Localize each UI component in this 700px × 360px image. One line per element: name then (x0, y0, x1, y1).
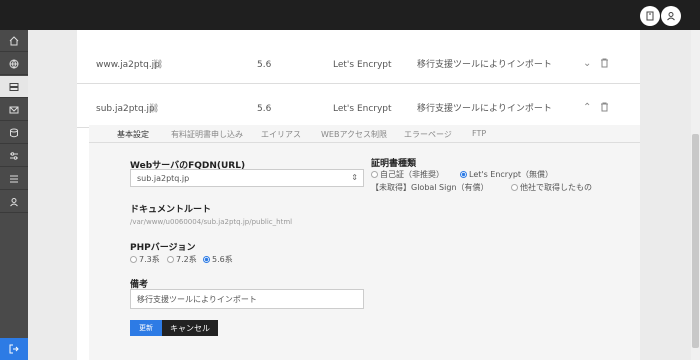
ssl-type: Let's Encrypt (333, 60, 392, 70)
php-option-72[interactable]: 7.2系 (167, 254, 197, 265)
domain-name: sub.ja2ptq.jp (96, 104, 155, 114)
trash-icon[interactable] (600, 58, 609, 71)
globe-icon[interactable] (0, 53, 28, 75)
domain-detail-panel: 基本設定 有料証明書申し込み エイリアス WEBアクセス制限 エラーページ FT… (89, 125, 640, 360)
top-bar (0, 0, 700, 30)
radio-icon (130, 256, 137, 263)
radio-icon (511, 184, 518, 191)
chevron-down-icon[interactable]: ⌄ (583, 58, 591, 69)
php-option-label: 7.3系 (139, 255, 160, 264)
cert-option-globalsign[interactable]: 【未取得】Global Sign（有償） (371, 182, 489, 193)
logout-icon[interactable] (0, 338, 28, 360)
tab-divider (89, 142, 640, 143)
docroot-label: ドキュメントルート (130, 205, 212, 215)
radio-selected-icon (460, 171, 467, 178)
php-option-label: 7.2系 (176, 255, 197, 264)
php-version: 5.6 (257, 60, 272, 70)
tab-web-access[interactable]: WEBアクセス制限 (321, 129, 387, 140)
main-panel: www.ja2ptq.jp ⛓ 5.6 Let's Encrypt 移行支援ツー… (77, 30, 640, 360)
fqdn-value: sub.ja2ptq.jp (137, 174, 190, 183)
scrollbar[interactable] (691, 30, 700, 360)
select-arrow-icon: ⇕ (351, 173, 358, 182)
php-version-label: PHPバージョン (130, 243, 196, 253)
cert-option-label: 【未取得】Global Sign（有償） (371, 183, 489, 192)
sidebar (0, 30, 28, 360)
user-icon[interactable] (661, 6, 681, 26)
server-icon[interactable] (0, 76, 28, 98)
radio-icon (371, 171, 378, 178)
database-icon[interactable] (0, 122, 28, 144)
remarks: 移行支援ツールによりインポート (417, 104, 552, 114)
tab-alias[interactable]: エイリアス (261, 129, 301, 140)
settings-icon[interactable] (0, 145, 28, 167)
tab-ftp[interactable]: FTP (472, 129, 486, 138)
radio-selected-icon (203, 256, 210, 263)
php-option-56[interactable]: 5.6系 (203, 254, 233, 265)
list-icon[interactable] (0, 168, 28, 190)
link-icon: ⛓ (152, 60, 164, 70)
tab-basic-settings[interactable]: 基本設定 (117, 129, 149, 140)
php-option-label: 5.6系 (212, 255, 233, 264)
php-option-73[interactable]: 7.3系 (130, 254, 160, 265)
cert-option-label: 自己証（非推奨） (380, 170, 444, 179)
update-button[interactable]: 更新 (130, 320, 162, 336)
scrollbar-thumb[interactable] (692, 134, 699, 348)
tab-paid-certificate[interactable]: 有料証明書申し込み (171, 129, 243, 140)
cancel-button[interactable]: キャンセル (162, 320, 218, 336)
cert-option-label: Let's Encrypt（無償） (469, 170, 554, 179)
table-row[interactable]: sub.ja2ptq.jp ⛓ 5.6 Let's Encrypt 移行支援ツー… (77, 84, 640, 128)
cert-option-other[interactable]: 他社で取得したもの (511, 182, 592, 193)
table-row[interactable]: www.ja2ptq.jp ⛓ 5.6 Let's Encrypt 移行支援ツー… (77, 40, 640, 84)
home-icon[interactable] (0, 30, 28, 52)
php-version: 5.6 (257, 104, 272, 114)
cert-option-self[interactable]: 自己証（非推奨） (371, 169, 444, 180)
trash-icon[interactable] (600, 102, 609, 115)
docroot-value: /var/www/u0060004/sub.ja2ptq.jp/public_h… (130, 218, 293, 226)
domain-name: www.ja2ptq.jp (96, 60, 160, 70)
cert-type-label: 証明書種類 (371, 159, 417, 169)
chevron-up-icon[interactable]: ⌃ (583, 102, 591, 113)
remarks-input[interactable] (130, 289, 364, 309)
link-icon: ⛓ (148, 104, 160, 114)
cert-option-label: 他社で取得したもの (520, 183, 592, 192)
remarks: 移行支援ツールによりインポート (417, 60, 552, 70)
radio-icon (167, 256, 174, 263)
tab-error-page[interactable]: エラーページ (404, 129, 452, 140)
ssl-type: Let's Encrypt (333, 104, 392, 114)
user-icon[interactable] (0, 191, 28, 213)
cert-option-letsencrypt[interactable]: Let's Encrypt（無償） (460, 169, 553, 180)
bookmark-icon[interactable] (640, 6, 660, 26)
fqdn-select[interactable]: sub.ja2ptq.jp ⇕ (130, 169, 364, 187)
mail-icon[interactable] (0, 99, 28, 121)
